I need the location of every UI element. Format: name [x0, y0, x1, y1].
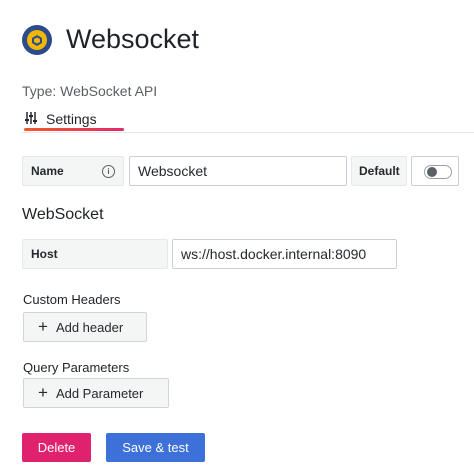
default-toggle[interactable]	[424, 165, 452, 179]
name-input-value: Websocket	[138, 163, 207, 179]
add-header-button[interactable]: + Add header	[23, 312, 147, 342]
default-label-box: Default	[351, 156, 407, 186]
info-icon[interactable]: i	[102, 164, 115, 178]
plus-icon: +	[38, 383, 48, 402]
active-tab-indicator	[24, 128, 124, 131]
toggle-knob	[427, 167, 437, 177]
add-header-label: Add header	[55, 319, 124, 335]
name-label-box: Name i	[22, 156, 124, 186]
custom-headers-title: Custom Headers	[23, 292, 121, 307]
default-label: Default	[359, 164, 400, 178]
plus-icon: +	[38, 317, 48, 336]
host-input[interactable]: ws://host.docker.internal:8090	[172, 239, 397, 269]
save-and-test-button[interactable]: Save & test	[106, 433, 205, 462]
save-and-test-label: Save & test	[122, 440, 189, 455]
websocket-section-title: WebSocket	[22, 206, 104, 223]
tab-settings-label: Settings	[46, 111, 97, 127]
add-parameter-button[interactable]: + Add Parameter	[23, 378, 169, 408]
name-label: Name	[31, 164, 64, 178]
name-input[interactable]: Websocket	[129, 156, 347, 186]
sliders-icon	[24, 111, 38, 128]
websocket-logo-icon	[22, 25, 52, 55]
delete-button[interactable]: Delete	[22, 433, 91, 462]
host-label-box: Host	[22, 239, 168, 269]
query-parameters-title: Query Parameters	[23, 360, 130, 375]
default-toggle-container	[411, 156, 459, 186]
page-title: Websocket	[66, 24, 200, 54]
host-label: Host	[31, 247, 58, 261]
add-parameter-label: Add Parameter	[55, 385, 144, 401]
datasource-type: Type: WebSocket API	[22, 83, 158, 99]
tab-divider	[22, 132, 474, 133]
delete-button-label: Delete	[37, 440, 76, 455]
host-input-value: ws://host.docker.internal:8090	[181, 246, 367, 262]
